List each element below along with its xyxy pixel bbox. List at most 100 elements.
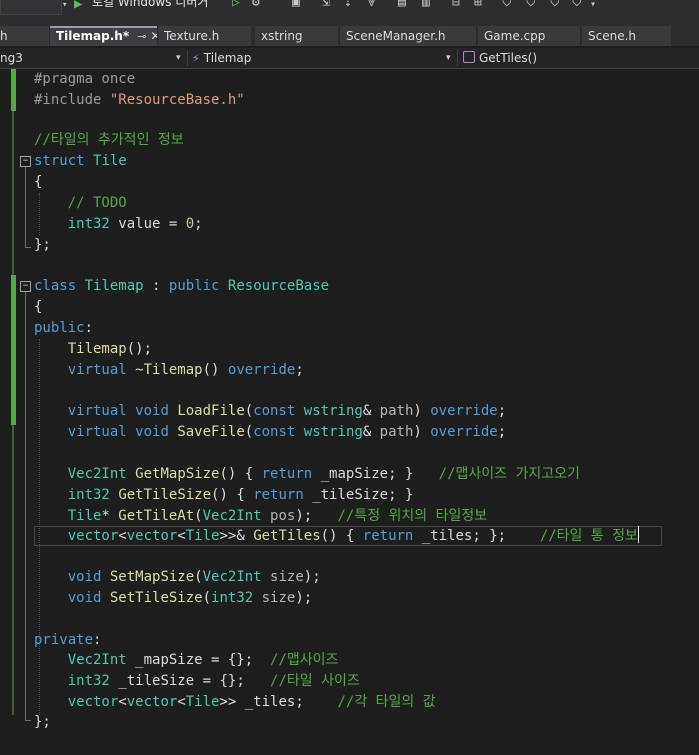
- punct: :: [93, 632, 102, 648]
- diagnostics-icon[interactable]: ⚙: [252, 0, 260, 10]
- code-line[interactable]: };: [34, 712, 51, 733]
- type: vector: [67, 528, 119, 544]
- punct: ): [413, 424, 431, 440]
- filter-icon[interactable]: ⩔: [368, 0, 375, 10]
- type: Vec2Int: [202, 569, 262, 585]
- member: _tiles: [236, 694, 296, 710]
- bookmark-clear-icon[interactable]: ⛉: [572, 0, 582, 10]
- code-line[interactable]: void SetTileSize(int32 size);: [34, 588, 312, 609]
- function: LoadFile: [177, 403, 245, 419]
- function: GetTileSize: [118, 487, 212, 503]
- tab-label: SceneManager.h: [346, 29, 446, 43]
- collapse-icon[interactable]: −: [20, 156, 31, 167]
- type: vector: [126, 528, 178, 544]
- bookmark-next-icon[interactable]: ⛉: [550, 0, 560, 10]
- code-line[interactable]: vector<vector<Tile>> _tiles; //각 타일의 값: [34, 692, 436, 713]
- keyword: return: [362, 528, 414, 544]
- param: pos: [261, 508, 296, 524]
- tab-texture-h[interactable]: Texture.h: [158, 26, 251, 46]
- run-target-label[interactable]: 로컬 Windows 디버거: [92, 0, 208, 10]
- code-line[interactable]: Vec2Int GetMapSize() { return _mapSize; …: [34, 464, 580, 485]
- step-icon[interactable]: ⇲: [322, 0, 330, 10]
- class-icon: ⚡: [192, 52, 200, 65]
- code-line[interactable]: #pragma once: [34, 69, 135, 90]
- change-marker: [11, 275, 16, 425]
- toolbar-overflow-icon[interactable]: ▾: [590, 0, 596, 10]
- bookmark-icon[interactable]: ⛉: [502, 0, 512, 10]
- close-icon[interactable]: ✕: [150, 29, 157, 43]
- code-line[interactable]: // TODO: [34, 193, 127, 214]
- preprocessor: #include: [34, 92, 110, 108]
- function: SaveFile: [177, 424, 245, 440]
- start-without-debug-icon[interactable]: ▷: [232, 0, 240, 10]
- code-line-current[interactable]: vector<vector<Tile>>& GetTiles() { retur…: [34, 526, 639, 547]
- bookmark-prev-icon[interactable]: ⛉: [526, 0, 536, 10]
- punct: :: [143, 278, 169, 294]
- code-line[interactable]: Vec2Int _mapSize = {}; //맵사이즈: [34, 650, 339, 671]
- code-line[interactable]: public:: [34, 318, 93, 339]
- tab-game-cpp[interactable]: Game.cpp: [478, 26, 580, 46]
- tab-label: xstring: [261, 29, 303, 43]
- tab-scenemanager-h[interactable]: SceneManager.h: [340, 26, 476, 46]
- keyword: struct: [34, 153, 85, 169]
- function: ~Tilemap: [126, 362, 203, 378]
- punct: <: [177, 694, 186, 710]
- keyword: const: [253, 403, 296, 419]
- saved-change-marker: [12, 425, 14, 715]
- code-line[interactable]: virtual void SaveFile(const wstring& pat…: [34, 422, 506, 443]
- format-icon[interactable]: ⊟: [452, 0, 460, 10]
- scope-dropdown[interactable]: ⚡ Tilemap: [192, 48, 251, 68]
- member-dropdown[interactable]: GetTiles(): [463, 48, 537, 68]
- type: wstring: [303, 424, 363, 440]
- chevron-down-icon[interactable]: ▾: [446, 48, 451, 68]
- outline-icon[interactable]: ⊞: [474, 0, 482, 10]
- string: "ResourceBase.h": [109, 92, 245, 108]
- tab-scene-h[interactable]: Scene.h: [582, 26, 671, 46]
- pin-icon[interactable]: ⊸: [137, 30, 146, 43]
- code-line[interactable]: int32 _tileSize = {}; //타일 사이즈: [34, 671, 360, 692]
- brace: };: [34, 714, 51, 730]
- punct: (: [202, 590, 212, 606]
- play-icon[interactable]: ▶: [74, 0, 82, 12]
- type: Tile: [67, 508, 102, 524]
- code-line[interactable]: void SetMapSize(Vec2Int size);: [34, 567, 321, 588]
- navigation-bar: ng3 ▾ ⚡ Tilemap ▾ GetTiles(): [0, 48, 699, 69]
- config-dropdown[interactable]: [0, 0, 62, 15]
- fold-end: [25, 720, 31, 721]
- browser-icon[interactable]: ▣: [292, 0, 300, 10]
- code-line[interactable]: virtual void LoadFile(const wstring& pat…: [34, 401, 506, 422]
- code-editor[interactable]: − − #pragma once #include "ResourceBase.…: [0, 69, 699, 755]
- code-line[interactable]: int32 GetTileSize() { return _tileSize; …: [34, 485, 414, 506]
- chevron-down-icon[interactable]: ▾: [176, 48, 181, 68]
- code-line[interactable]: class Tilemap : public ResourceBase: [34, 276, 329, 297]
- member: _tileSize: [303, 487, 389, 503]
- code-line[interactable]: Tile* GetTileAt(Vec2Int pos); //특정 위치의 타…: [34, 506, 487, 527]
- divider: [187, 50, 188, 66]
- code-line[interactable]: struct Tile: [34, 151, 127, 172]
- code-line[interactable]: };: [34, 235, 51, 256]
- type: int32: [67, 487, 110, 503]
- code-line[interactable]: Tilemap();: [34, 339, 152, 360]
- punct: );: [303, 569, 321, 585]
- keyword: override: [430, 403, 498, 419]
- comment-icon[interactable]: ▤: [398, 0, 406, 10]
- param: size: [253, 590, 296, 606]
- tab-xstring[interactable]: xstring: [255, 26, 338, 46]
- chevron-down-icon[interactable]: ▾: [62, 0, 67, 10]
- punct: (: [194, 508, 203, 524]
- code-line[interactable]: {: [34, 172, 42, 193]
- uncomment-icon[interactable]: ▥: [422, 0, 430, 10]
- tab-prev[interactable]: h: [0, 26, 49, 46]
- code-line[interactable]: int32 value = 0;: [34, 214, 203, 235]
- type: Tilemap: [84, 278, 144, 294]
- comment: //맵사이즈 가지고오기: [438, 466, 580, 482]
- step-over-icon[interactable]: ⇣: [344, 0, 352, 10]
- tab-tilemap-h[interactable]: Tilemap.h* ⊸ ✕: [50, 26, 157, 46]
- project-dropdown[interactable]: ng3: [0, 48, 23, 68]
- code-line[interactable]: {: [34, 297, 42, 318]
- code-line[interactable]: //타일의 추가적인 정보: [34, 130, 184, 151]
- code-line[interactable]: private:: [34, 630, 101, 651]
- code-line[interactable]: #include "ResourceBase.h": [34, 90, 245, 111]
- code-line[interactable]: virtual ~Tilemap() override;: [34, 360, 304, 381]
- collapse-icon[interactable]: −: [20, 281, 31, 292]
